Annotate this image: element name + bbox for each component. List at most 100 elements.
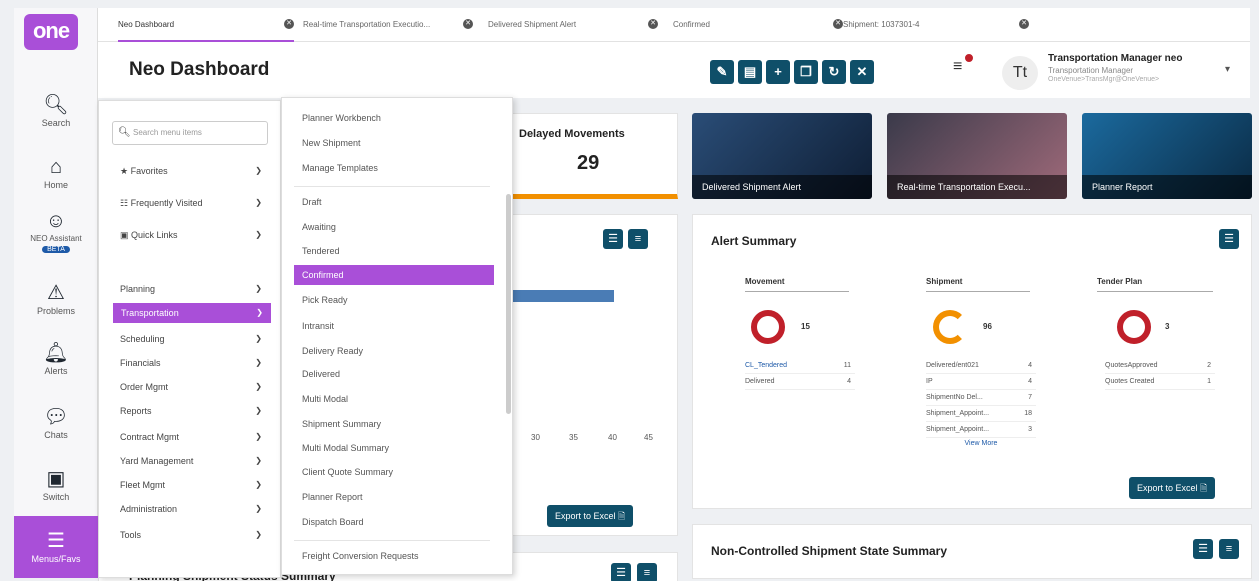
submenu-item[interactable]: Draft bbox=[294, 192, 494, 212]
movement-donut[interactable] bbox=[751, 310, 785, 344]
delayed-movements-card[interactable]: Delayed Movements 29 bbox=[510, 113, 678, 199]
export-excel-button[interactable]: Export to Excel 🗎︎ bbox=[547, 505, 634, 527]
submenu-item[interactable]: Pick Ready bbox=[294, 290, 494, 310]
layout-button[interactable]: ▤ bbox=[738, 60, 762, 84]
menu-reports[interactable]: Reports ❯ bbox=[112, 401, 270, 421]
tab-shipment[interactable]: Shipment: 1037301-4 ✕ bbox=[843, 19, 1029, 42]
submenu-item-confirmed[interactable]: Confirmed bbox=[294, 265, 494, 285]
tab-neo-dashboard[interactable]: Neo Dashboard ✕ bbox=[118, 19, 294, 42]
chart-bar[interactable] bbox=[511, 290, 614, 302]
tab-delivered-alert[interactable]: Delivered Shipment Alert ✕ bbox=[488, 19, 658, 42]
view-more-link[interactable]: View More bbox=[926, 440, 1036, 447]
legend-row[interactable]: ShipmentNo Del... 7 bbox=[926, 390, 1036, 406]
legend-row[interactable]: QuotesApproved 2 bbox=[1105, 358, 1215, 374]
menu-financials[interactable]: Financials ❯ bbox=[112, 353, 270, 373]
group-title: Movement bbox=[745, 277, 849, 292]
rail-problems[interactable]: ⚠ Problems bbox=[14, 282, 98, 316]
menu-scheduling[interactable]: Scheduling ❯ bbox=[112, 329, 270, 349]
menu-transportation[interactable]: Transportation ❯ bbox=[113, 303, 271, 323]
menu-contract-mgmt[interactable]: Contract Mgmt ❯ bbox=[112, 427, 270, 447]
close-icon: ✕ bbox=[856, 64, 868, 79]
tender-plan-donut[interactable] bbox=[1117, 310, 1151, 344]
menu-planning[interactable]: Planning ❯ bbox=[112, 279, 270, 299]
legend-row[interactable]: Shipment_Appoint... 18 bbox=[926, 406, 1036, 422]
close-icon[interactable]: ✕ bbox=[284, 19, 294, 29]
close-icon[interactable]: ✕ bbox=[648, 19, 658, 29]
submenu-item[interactable]: New Shipment bbox=[294, 133, 494, 153]
rail-neo-assistant[interactable]: ☺ NEO Assistant BETA bbox=[14, 210, 98, 253]
legend-row[interactable]: Delivered 4 bbox=[745, 374, 855, 390]
settings-button[interactable]: ☰ bbox=[603, 229, 623, 249]
refresh-button[interactable]: ↻ bbox=[822, 60, 846, 84]
menu-administration[interactable]: Administration ❯ bbox=[112, 499, 270, 519]
legend-label: Quotes Created bbox=[1105, 378, 1155, 385]
legend-row[interactable]: Quotes Created 1 bbox=[1105, 374, 1215, 390]
one-logo[interactable]: one bbox=[24, 14, 78, 50]
tile-delivered-alert[interactable]: Delivered Shipment Alert bbox=[692, 113, 872, 199]
rail-search[interactable]: 🔍︎ Search bbox=[14, 94, 98, 128]
edit-button[interactable]: ✎ bbox=[710, 60, 734, 84]
submenu-item[interactable]: Dispatch Board bbox=[294, 512, 494, 532]
settings-button[interactable]: ☰ bbox=[1193, 539, 1213, 559]
list-button[interactable]: ≡ bbox=[1219, 539, 1239, 559]
menu-search-input[interactable]: 🔍︎ Search menu items bbox=[112, 121, 268, 145]
list-button[interactable]: ≡ bbox=[637, 563, 657, 581]
submenu-item[interactable]: Planner Report bbox=[294, 487, 494, 507]
menu-frequently-visited[interactable]: ☷ Frequently Visited ❯ bbox=[112, 193, 270, 213]
submenu-item[interactable]: Client Quote Summary bbox=[294, 462, 494, 482]
close-icon[interactable]: ✕ bbox=[833, 19, 843, 29]
tile-planner-report[interactable]: Planner Report bbox=[1082, 113, 1252, 199]
menu-fleet-mgmt[interactable]: Fleet Mgmt ❯ bbox=[112, 475, 270, 495]
tick-label: 40 bbox=[608, 433, 617, 442]
legend-row[interactable]: Shipment_Appoint... 3 bbox=[926, 422, 1036, 438]
submenu-item[interactable]: Intransit bbox=[294, 316, 494, 336]
submenu-item[interactable]: Delivered bbox=[294, 364, 494, 384]
add-button[interactable]: + bbox=[766, 60, 790, 84]
rail-label: Chats bbox=[44, 430, 68, 440]
tick-label: 35 bbox=[569, 433, 578, 442]
menu-tools[interactable]: Tools ❯ bbox=[112, 525, 270, 545]
legend-row[interactable]: CL_Tendered 11 bbox=[745, 358, 855, 374]
menu-order-mgmt[interactable]: Order Mgmt ❯ bbox=[112, 377, 270, 397]
tab-confirmed[interactable]: Confirmed ✕ bbox=[673, 19, 843, 42]
menu-quick-links[interactable]: ▣ Quick Links ❯ bbox=[112, 225, 270, 245]
rail-menus-favs[interactable]: ☰ Menus/Favs bbox=[14, 516, 98, 578]
rail-switch[interactable]: ▣ Switch bbox=[14, 468, 98, 502]
submenu-item[interactable]: Delivery Ready bbox=[294, 341, 494, 361]
submenu-item[interactable]: Shipment Summary bbox=[294, 414, 494, 434]
legend-row[interactable]: Delivered/ent021 4 bbox=[926, 358, 1036, 374]
export-excel-button[interactable]: Export to Excel 🗎︎ bbox=[1129, 477, 1216, 499]
legend-row[interactable]: IP 4 bbox=[926, 374, 1036, 390]
close-button[interactable]: ✕ bbox=[850, 60, 874, 84]
copy-button[interactable]: ❐ bbox=[794, 60, 818, 84]
tile-realtime-execution[interactable]: Real-time Transportation Execu... bbox=[887, 113, 1067, 199]
submenu-item[interactable]: Awaiting bbox=[294, 217, 494, 237]
rail-alerts[interactable]: 🔔︎ Alerts bbox=[14, 342, 98, 376]
tab-realtime-execution[interactable]: Real-time Transportation Executio... ✕ bbox=[303, 19, 473, 42]
settings-button[interactable]: ☰ bbox=[611, 563, 631, 581]
menu-label: Transportation bbox=[121, 308, 179, 318]
list-button[interactable]: ≡ bbox=[628, 229, 648, 249]
menu-favorites[interactable]: ★ Favorites ❯ bbox=[112, 161, 270, 181]
submenu-item[interactable]: Planner Workbench bbox=[294, 108, 494, 128]
notifications-button[interactable]: ≡ bbox=[953, 52, 975, 76]
close-icon[interactable]: ✕ bbox=[463, 19, 473, 29]
settings-button[interactable]: ☰ bbox=[1219, 229, 1239, 249]
menu-label: Quick Links bbox=[131, 230, 178, 240]
submenu-item[interactable]: Tendered bbox=[294, 241, 494, 261]
submenu-item[interactable]: Freight Conversion Requests bbox=[294, 546, 494, 566]
rail-home[interactable]: ⌂ Home bbox=[14, 156, 98, 190]
menu-yard-management[interactable]: Yard Management ❯ bbox=[112, 451, 270, 471]
rail-chats[interactable]: 💬︎ Chats bbox=[14, 406, 98, 440]
submenu-item[interactable]: Multi Modal Summary bbox=[294, 438, 494, 458]
menu-label: Reports bbox=[120, 406, 152, 416]
submenu-item[interactable]: Multi Modal bbox=[294, 389, 494, 409]
submenu-scrollbar[interactable] bbox=[506, 194, 511, 414]
submenu-divider bbox=[294, 540, 490, 541]
shipment-donut[interactable] bbox=[933, 310, 967, 344]
close-icon[interactable]: ✕ bbox=[1019, 19, 1029, 29]
chevron-right-icon: ❯ bbox=[255, 530, 262, 539]
avatar[interactable]: Tt bbox=[1002, 56, 1038, 90]
chevron-down-icon[interactable]: ▾ bbox=[1225, 64, 1230, 75]
submenu-item[interactable]: Manage Templates bbox=[294, 158, 494, 178]
